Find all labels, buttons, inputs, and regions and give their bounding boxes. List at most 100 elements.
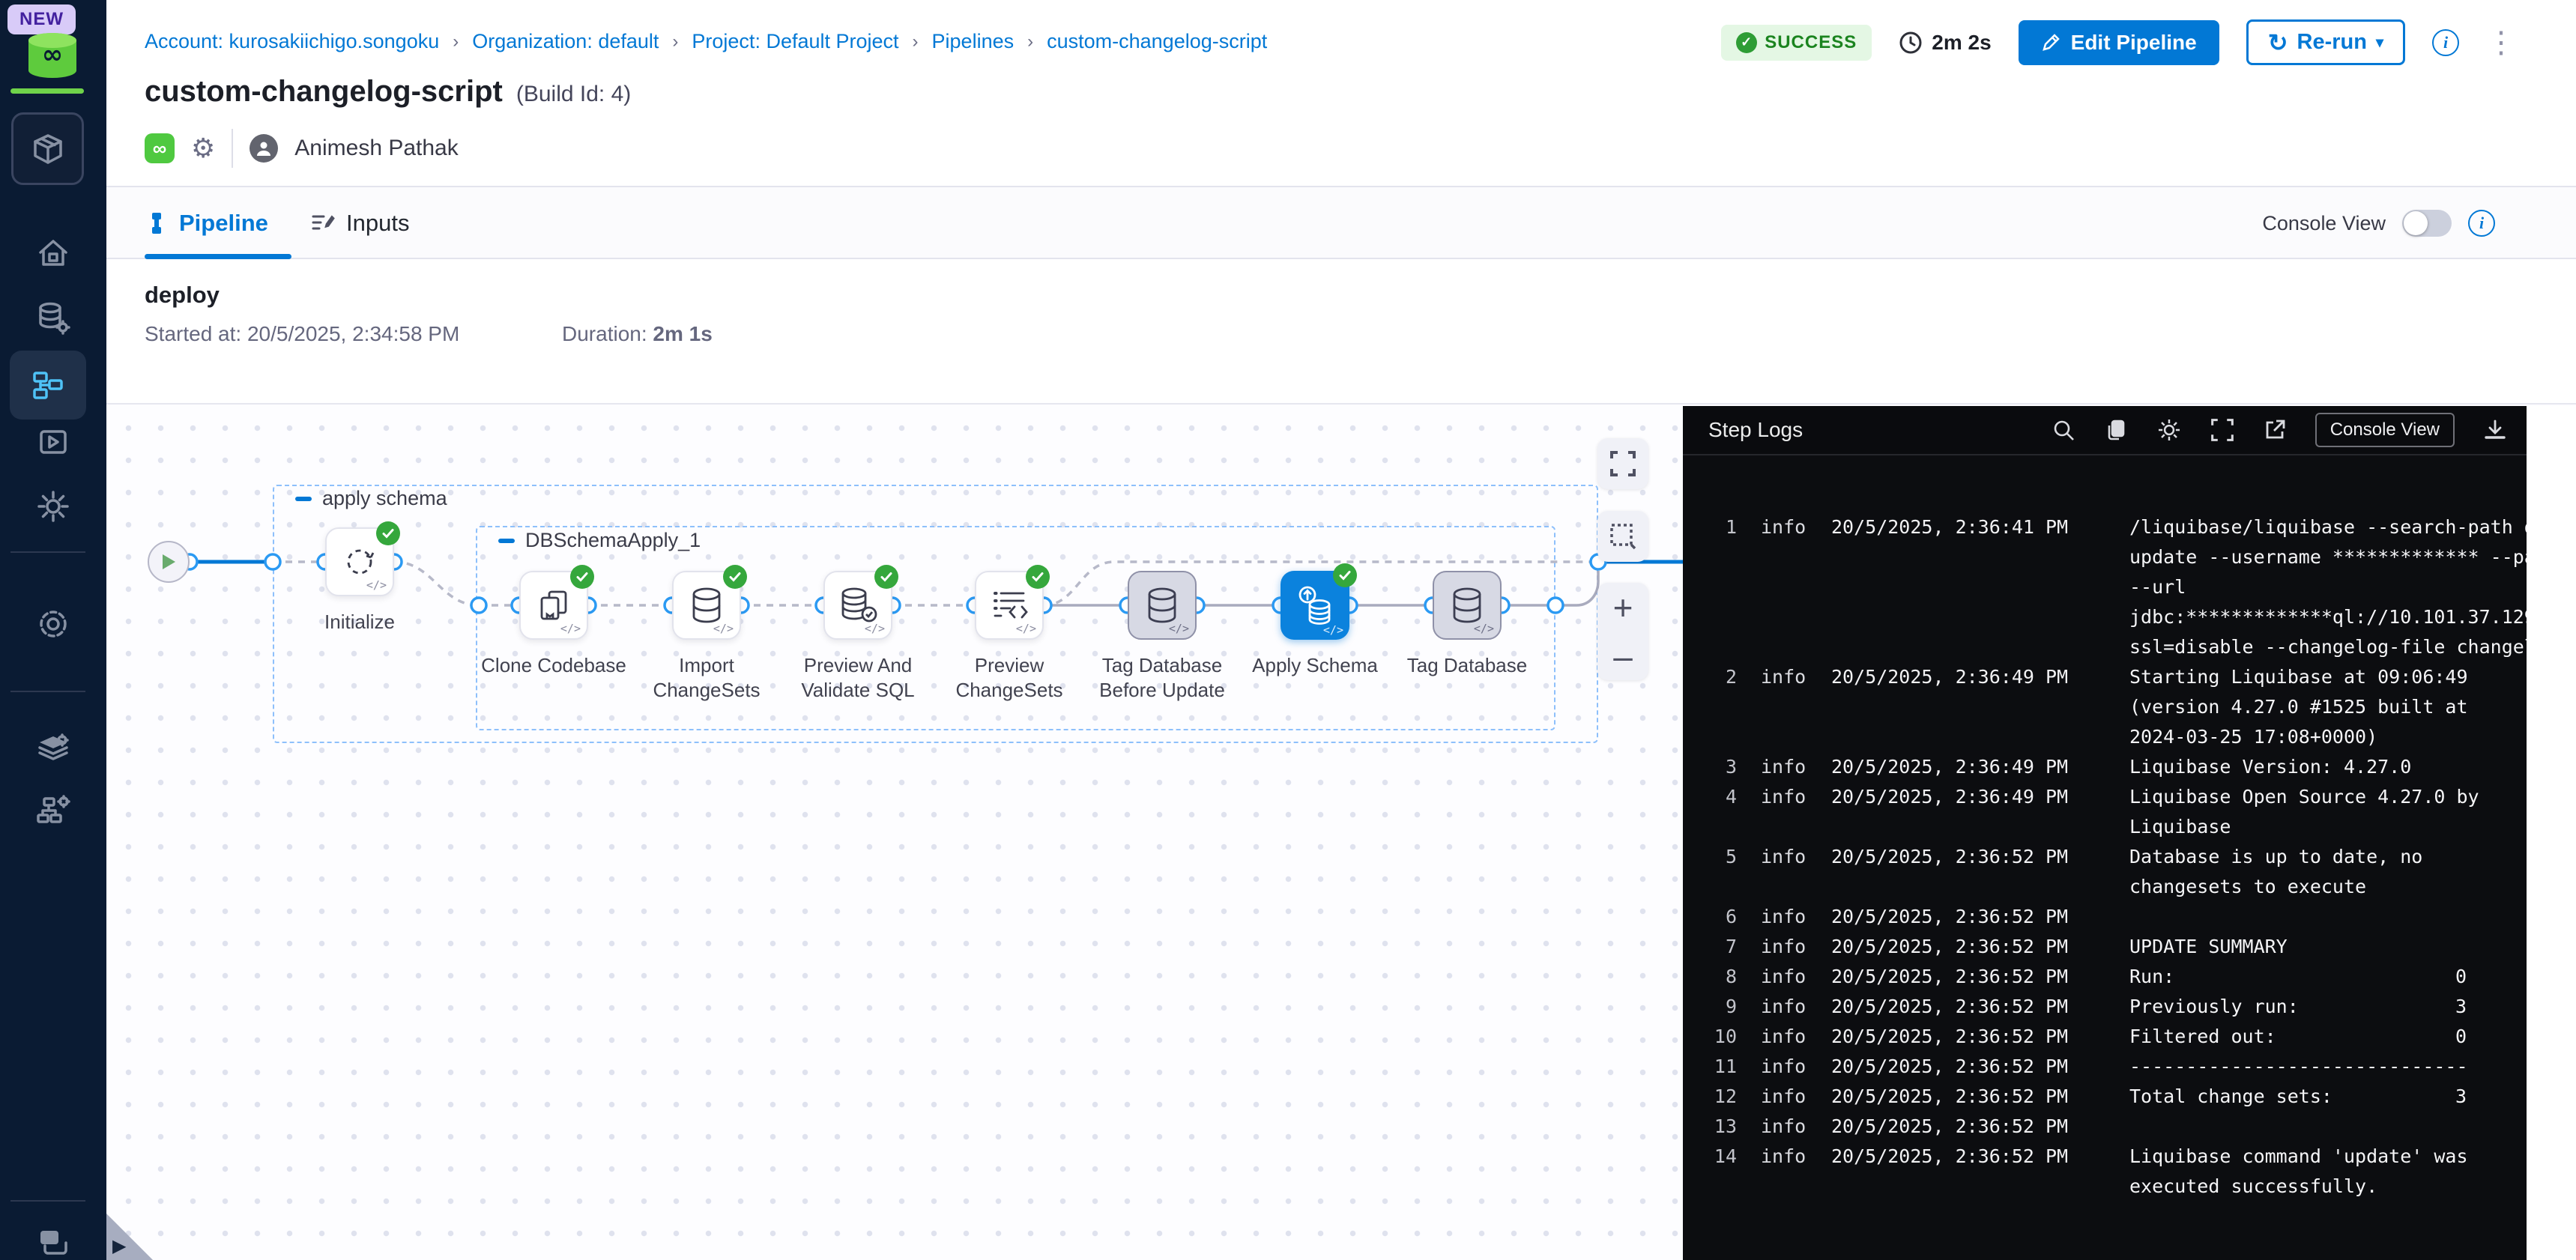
breadcrumb-separator: › bbox=[1027, 31, 1033, 52]
console-view-button[interactable]: Console View bbox=[2315, 413, 2455, 447]
sidebar-divider bbox=[10, 1200, 85, 1202]
step-node-import-changesets[interactable]: </> bbox=[672, 571, 741, 640]
play-box-icon bbox=[37, 427, 70, 460]
fullscreen-icon bbox=[1609, 450, 1636, 477]
step-success-icon bbox=[570, 565, 594, 589]
log-line: 5info20/5/2025, 2:36:52 PMDatabase is up… bbox=[1683, 842, 2576, 872]
sidebar-item-executions[interactable] bbox=[0, 414, 106, 473]
step-node-preview-and-validate-sql[interactable]: </> bbox=[823, 571, 892, 640]
tab-pipeline[interactable]: Pipeline bbox=[145, 187, 268, 259]
step-node-preview-changesets[interactable]: </> bbox=[975, 571, 1044, 640]
step-node-initialize[interactable]: </> bbox=[325, 527, 394, 596]
step-node-label: Clone Codebase bbox=[477, 653, 630, 678]
search-icon[interactable] bbox=[2052, 418, 2075, 442]
sidebar: NEW ∞ bbox=[0, 0, 106, 1260]
stage-start-node[interactable] bbox=[148, 541, 190, 583]
collapse-icon[interactable] bbox=[295, 497, 312, 501]
sidebar-item-layers-settings[interactable] bbox=[0, 719, 106, 779]
copy-icon[interactable] bbox=[2104, 418, 2128, 442]
step-group-label[interactable]: DBSchemaApply_1 bbox=[498, 529, 701, 552]
fullscreen-icon[interactable] bbox=[2210, 418, 2234, 442]
run-meta-row: ∞ ⚙ Animesh Pathak bbox=[145, 129, 459, 168]
more-options-menu[interactable]: ⋮ bbox=[2486, 34, 2516, 52]
rerun-button[interactable]: ↻ Re-run ▾ bbox=[2246, 19, 2405, 65]
log-line: 14info20/5/2025, 2:36:52 PMLiquibase com… bbox=[1683, 1142, 2576, 1172]
breadcrumb-separator: › bbox=[672, 31, 678, 52]
chevron-down-icon: ▾ bbox=[2376, 33, 2383, 52]
download-icon[interactable] bbox=[2483, 418, 2507, 442]
page-title: custom-changelog-script bbox=[145, 75, 503, 109]
log-line: 9info20/5/2025, 2:36:52 PMPreviously run… bbox=[1683, 992, 2576, 1022]
pencil-icon bbox=[2041, 33, 2061, 52]
step-success-icon bbox=[874, 565, 898, 589]
zoom-controls: + – bbox=[1597, 583, 1648, 680]
inputs-icon bbox=[310, 210, 336, 236]
open-in-new-icon[interactable] bbox=[2263, 418, 2287, 442]
tab-inputs[interactable]: Inputs bbox=[310, 187, 409, 259]
stage-group-label[interactable]: apply schema bbox=[295, 487, 447, 510]
step-success-icon bbox=[1026, 565, 1050, 589]
gear-icon bbox=[36, 607, 70, 641]
home-icon bbox=[36, 236, 70, 270]
sidebar-item-project-settings[interactable] bbox=[0, 594, 106, 654]
user-icon bbox=[255, 139, 273, 157]
step-node-apply-schema[interactable]: </> bbox=[1281, 571, 1349, 640]
play-icon bbox=[160, 553, 177, 571]
active-tab-indicator bbox=[145, 254, 291, 259]
breadcrumb-link[interactable]: Organization: default bbox=[472, 30, 659, 53]
log-output[interactable]: 1info20/5/2025, 2:36:41 PM/liquibase/liq… bbox=[1683, 455, 2576, 1260]
log-scrollbar[interactable] bbox=[2527, 406, 2576, 1260]
gear-icon[interactable]: ⚙ bbox=[191, 133, 215, 164]
code-tag-icon: </> bbox=[713, 622, 734, 635]
expand-panel-icon[interactable]: ▶ bbox=[112, 1235, 126, 1257]
code-tag-icon: </> bbox=[1016, 622, 1036, 635]
step-logs-header: Step Logs bbox=[1683, 406, 2576, 455]
sidebar-item-home[interactable] bbox=[0, 223, 106, 283]
info-icon[interactable]: i bbox=[2432, 29, 2459, 56]
harness-dbdevops-logo[interactable]: ∞ bbox=[22, 31, 82, 81]
svg-text:?: ? bbox=[46, 1232, 53, 1245]
collapse-icon[interactable] bbox=[498, 539, 515, 543]
breadcrumb-link[interactable]: custom-changelog-script bbox=[1047, 30, 1267, 53]
breadcrumb-link[interactable]: Account: kurosakiichigo.songoku bbox=[145, 30, 439, 53]
svg-text:∞: ∞ bbox=[42, 40, 63, 70]
sidebar-item-database-devops[interactable] bbox=[0, 288, 106, 348]
sidebar-item-module-settings[interactable] bbox=[0, 476, 106, 536]
step-node-tag-database-before-update[interactable]: </> bbox=[1128, 571, 1197, 640]
pipeline-execution-page: NEW ∞ bbox=[0, 0, 2576, 1260]
zoom-in-button[interactable]: + bbox=[1613, 590, 1633, 625]
pipeline-flow-icon bbox=[30, 367, 66, 403]
status-badge: ✓ SUCCESS bbox=[1721, 25, 1872, 61]
breadcrumb-link[interactable]: Pipelines bbox=[932, 30, 1015, 53]
dbdevops-module-icon: ∞ bbox=[145, 133, 175, 163]
log-line: 12info20/5/2025, 2:36:52 PMTotal change … bbox=[1683, 1082, 2576, 1112]
zoom-out-button[interactable]: – bbox=[1613, 639, 1633, 673]
database-gear-icon bbox=[35, 300, 71, 336]
sidebar-item-help-chat[interactable]: ? bbox=[0, 1214, 106, 1260]
step-logs-panel: Step Logs bbox=[1683, 406, 2576, 1260]
divider bbox=[232, 129, 233, 168]
breadcrumb-separator: › bbox=[453, 31, 459, 52]
chat-question-icon: ? bbox=[36, 1226, 70, 1260]
sidebar-divider bbox=[10, 691, 85, 692]
gear-icon[interactable] bbox=[2156, 417, 2182, 443]
breadcrumb-separator: › bbox=[913, 31, 919, 52]
marquee-select-button[interactable] bbox=[1597, 511, 1648, 562]
log-line: 3info20/5/2025, 2:36:49 PMLiquibase Vers… bbox=[1683, 752, 2576, 782]
info-icon[interactable]: i bbox=[2468, 210, 2495, 237]
step-node-clone-codebase[interactable]: </> bbox=[519, 571, 588, 640]
breadcrumb-link[interactable]: Project: Default Project bbox=[692, 30, 898, 53]
code-tag-icon: </> bbox=[1474, 622, 1494, 635]
edit-pipeline-button[interactable]: Edit Pipeline bbox=[2019, 20, 2219, 65]
fit-to-screen-button[interactable] bbox=[1597, 438, 1648, 489]
log-line: 4info20/5/2025, 2:36:49 PMLiquibase Open… bbox=[1683, 782, 2576, 812]
step-node-tag-database[interactable]: </> bbox=[1433, 571, 1502, 640]
log-line: (version 4.27.0 #1525 built at bbox=[1683, 692, 2576, 722]
sidebar-item-module-switcher[interactable] bbox=[11, 112, 84, 185]
pipeline-canvas[interactable]: apply schema DBSchemaApply_1 bbox=[106, 405, 2576, 1260]
sidebar-item-pipelines[interactable] bbox=[10, 351, 86, 420]
avatar bbox=[250, 134, 278, 163]
console-view-toggle[interactable] bbox=[2402, 210, 2452, 237]
sidebar-item-org-structure[interactable] bbox=[0, 781, 106, 840]
cube-icon bbox=[31, 132, 65, 166]
